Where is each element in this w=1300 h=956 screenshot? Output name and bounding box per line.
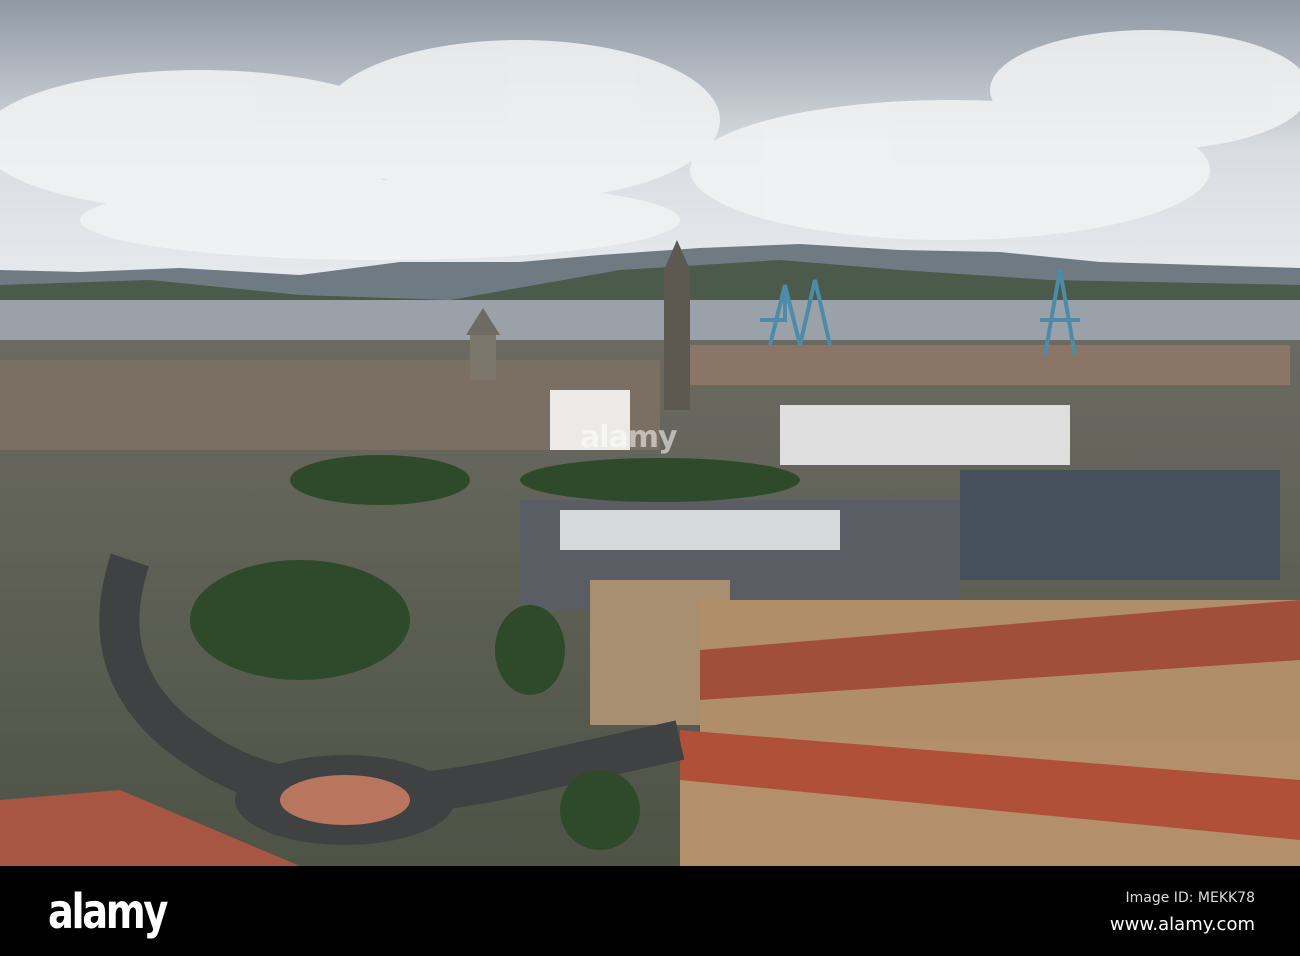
footer-bar: alamy Image ID: MEKK78 www.alamy.com [0,866,1300,956]
photo: alamy [0,0,1300,866]
alamy-logo: alamy [48,884,168,940]
roundabout [280,775,410,825]
watermark-text: alamy [580,420,678,455]
site-url: www.alamy.com [1109,914,1255,935]
image-id: Image ID: MEKK78 [1125,890,1255,906]
